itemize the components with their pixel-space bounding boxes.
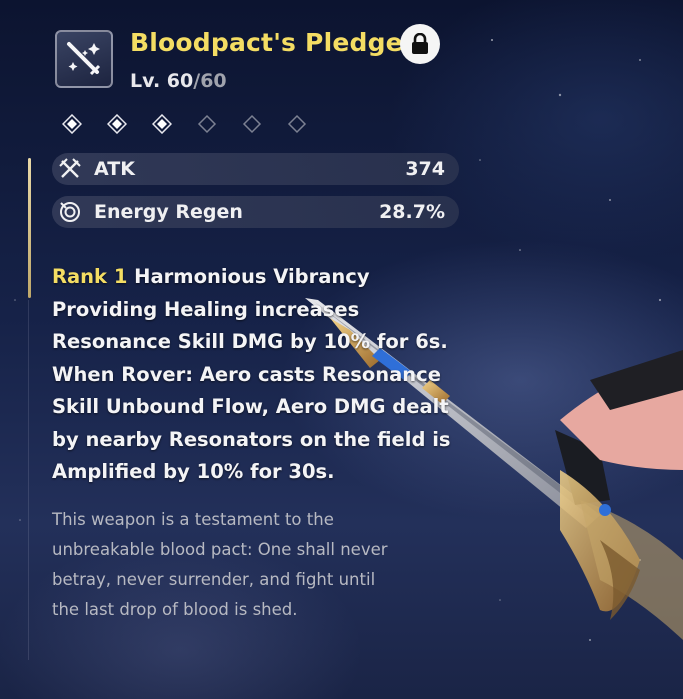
level-current: 60 [166,70,194,92]
rank-diamond-empty [242,114,262,134]
effect-heading: Rank 1 Harmonious Vibrancy [52,261,472,294]
effect-line: by nearby Resonators on the field is [52,427,451,451]
energy-regen-icon [60,202,80,222]
rank-diamond-empty [197,114,217,134]
rank-diamond-filled [62,114,82,134]
divider-line [28,300,29,660]
level-max: 60 [200,70,227,92]
rank-diamond-filled [107,114,127,134]
lore-line: unbreakable blood pact: One shall never [52,540,388,559]
weapon-lore: This weapon is a testament to the unbrea… [52,505,472,625]
lock-icon [412,33,428,54]
effect-line: Skill Unbound Flow, Aero DMG dealt [52,395,449,418]
effect-line: Amplified by 10% for 30s. [52,460,335,483]
stat-row-atk: ATK 374 [52,153,459,185]
lock-button[interactable] [400,24,440,64]
effect-line: Resonance Skill DMG by 10% for 6s. [52,330,448,353]
lore-line: This weapon is a testament to the [52,510,334,529]
stat-row-energy-regen: Energy Regen 28.7% [52,196,459,228]
lore-line: the last drop of blood is shed. [52,600,298,619]
effect-line: Providing Healing increases [52,297,360,321]
atk-icon [59,158,81,178]
effect-line: When Rover: Aero casts Resonance [52,362,441,386]
rank-diamond-filled [152,114,172,134]
lore-line: betray, never surrender, and fight until [52,570,376,589]
stat-value: 374 [405,158,445,180]
stat-value: 28.7% [379,201,445,223]
level-prefix: Lv. [130,70,167,92]
stat-label: ATK [94,158,135,180]
weapon-name: Bloodpact's Pledge [130,28,403,57]
stat-label: Energy Regen [94,201,243,223]
weapon-level: Lv. 60/60 [130,70,227,92]
crossed-swords-icon [67,42,101,76]
passive-effect: Rank 1 Harmonious Vibrancy Providing Hea… [52,261,472,489]
accent-rail [28,158,31,298]
rank-diamond-empty [287,114,307,134]
effect-title: Harmonious Vibrancy [127,265,370,288]
weapon-type-icon [55,30,113,88]
effect-rank: Rank 1 [52,265,128,288]
